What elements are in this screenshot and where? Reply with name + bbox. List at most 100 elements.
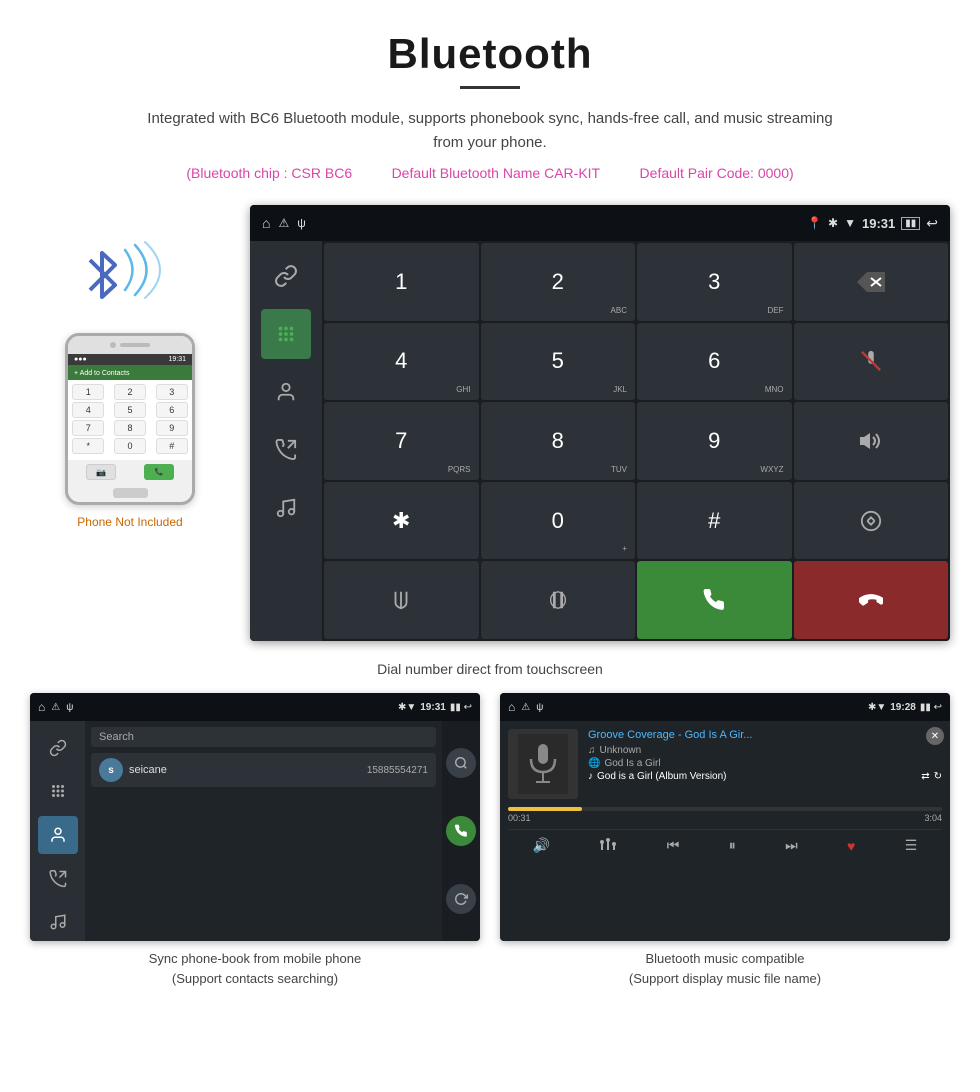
dialpad-icon-sm (49, 782, 67, 800)
car-status-left: ⌂ ⚠ ψ (262, 215, 306, 231)
phone-home-button (113, 488, 148, 498)
pb-sidebar-music[interactable] (38, 903, 78, 941)
bluetooth-graphic (70, 235, 190, 325)
music-status-left: ⌂ ⚠ ψ (508, 700, 543, 714)
bluetooth-waves-icon (120, 240, 170, 300)
dialpad-icon (275, 323, 297, 345)
phone-speaker (120, 343, 150, 347)
pb-sidebar-dialpad[interactable] (38, 773, 78, 811)
dial-button-hold[interactable] (481, 561, 636, 639)
phone-header-bar: + Add to Contacts (68, 365, 192, 380)
dial-button-7[interactable]: 7 PQRS (324, 402, 479, 480)
end-call-icon (859, 588, 883, 612)
dial-button-3[interactable]: 3 DEF (637, 243, 792, 321)
next-track-icon[interactable]: ⏭ (785, 837, 798, 854)
music-card: ⌂ ⚠ ψ ✱▼ 19:28 ▮▮ ↩ ✕ (500, 693, 950, 988)
previous-track-icon[interactable]: ⏮ (667, 837, 680, 854)
mute-icon (860, 350, 882, 372)
phonebook-entry[interactable]: s seicane 15885554271 (91, 753, 436, 787)
phonebook-search-bar[interactable]: Search (91, 727, 436, 747)
dial-button-5[interactable]: 5 JKL (481, 323, 636, 401)
page-header: Bluetooth Integrated with BC6 Bluetooth … (0, 0, 980, 205)
hold-icon (547, 589, 569, 611)
spec-name: Default Bluetooth Name CAR-KIT (392, 165, 601, 181)
phonebook-screen: ⌂ ⚠ ψ ✱▼ 19:31 ▮▮ ↩ (30, 693, 480, 941)
equalizer-icon[interactable] (599, 836, 617, 855)
phonebook-call-button[interactable] (446, 816, 476, 846)
dial-button-1[interactable]: 1 (324, 243, 479, 321)
usb-icon-music: ψ (536, 702, 543, 713)
dial-button-star[interactable]: ✱ (324, 482, 479, 560)
link-icon (274, 264, 298, 288)
dial-button-9[interactable]: 9 WXYZ (637, 402, 792, 480)
dial-button-volume[interactable] (794, 402, 949, 480)
dial-button-4[interactable]: 4 GHI (324, 323, 479, 401)
dial-button-mute[interactable] (794, 323, 949, 401)
merge-icon (390, 589, 412, 611)
total-time: 3:04 (924, 813, 942, 823)
sidebar-item-music[interactable] (261, 483, 311, 533)
dial-button-2[interactable]: 2 ABC (481, 243, 636, 321)
bluetooth-status-icon: ✱ (828, 216, 838, 230)
phonebook-status-left: ⌂ ⚠ ψ (38, 700, 73, 714)
car-status-right: 📍 ✱ ▼ 19:31 ▮▮ ↩ (807, 215, 938, 232)
phonebook-refresh-button[interactable] (446, 884, 476, 914)
music-info: Groove Coverage - God Is A Gir... ♫ Unkn… (588, 729, 942, 784)
specs-line: (Bluetooth chip : CSR BC6 Default Blueto… (20, 165, 960, 181)
pb-sidebar-calls[interactable] (38, 860, 78, 898)
music-track-unknown: ♫ Unknown (588, 745, 942, 756)
music-content-area: ✕ (500, 721, 950, 941)
phone-status-bar: ●●● 19:31 (68, 354, 192, 365)
shuffle-icon: ⇄ (921, 771, 929, 782)
pb-sidebar-contacts-active[interactable] (38, 816, 78, 854)
back-icon[interactable]: ↩ (926, 215, 938, 232)
dial-button-6[interactable]: 6 MNO (637, 323, 792, 401)
spec-chip: (Bluetooth chip : CSR BC6 (186, 165, 352, 181)
phonebook-caption: Sync phone-book from mobile phone (Suppo… (149, 949, 361, 988)
dial-button-hash[interactable]: # (637, 482, 792, 560)
contacts-icon (275, 381, 297, 403)
music-controls: 🔊 ⏮ ⏸ ⏭ ♥ ☰ (508, 829, 942, 861)
dial-button-0[interactable]: 0 + (481, 482, 636, 560)
phonebook-search-button[interactable] (446, 748, 476, 778)
refresh-icon (454, 892, 468, 906)
sidebar-item-dialpad[interactable] (261, 309, 311, 359)
calls-icon-sm (49, 870, 67, 888)
bottom-row: ⌂ ⚠ ψ ✱▼ 19:31 ▮▮ ↩ (0, 693, 980, 988)
backspace-icon (857, 272, 885, 292)
sidebar-item-calls[interactable] (261, 425, 311, 475)
car-status-bar: ⌂ ⚠ ψ 📍 ✱ ▼ 19:31 ▮▮ ↩ (250, 205, 950, 241)
sidebar-item-contacts[interactable] (261, 367, 311, 417)
favorite-icon[interactable]: ♥ (847, 838, 855, 854)
phonebook-status-right: ✱▼ 19:31 ▮▮ ↩ (398, 702, 472, 713)
dial-button-merge[interactable] (324, 561, 479, 639)
sidebar-item-link[interactable] (261, 251, 311, 301)
contact-number: 15885554271 (367, 765, 428, 776)
dial-caption: Dial number direct from touchscreen (0, 651, 980, 693)
calls-icon (275, 439, 297, 461)
dial-button-8[interactable]: 8 TUV (481, 402, 636, 480)
dial-button-call[interactable] (637, 561, 792, 639)
progress-bar[interactable] (508, 807, 942, 811)
music-status-bar: ⌂ ⚠ ψ ✱▼ 19:28 ▮▮ ↩ (500, 693, 950, 721)
phonebook-sidebar (30, 721, 85, 941)
volume-control-icon[interactable]: 🔊 (533, 837, 550, 854)
location-icon: 📍 (807, 216, 822, 230)
dial-button-backspace[interactable] (794, 243, 949, 321)
dial-button-end-call[interactable] (794, 561, 949, 639)
dial-button-swap[interactable] (794, 482, 949, 560)
music-track-album: ♪ God is a Girl (Album Version) ⇄ ↻ (588, 771, 942, 782)
phonebook-area: Search s seicane 15885554271 (30, 721, 480, 941)
home-icon: ⌂ (262, 215, 270, 231)
music-title: Groove Coverage - God Is A Gir... (588, 729, 942, 741)
battery-icon: ▮▮ (901, 217, 920, 230)
play-pause-icon[interactable]: ⏸ (729, 837, 736, 854)
playlist-icon[interactable]: ☰ (905, 837, 918, 854)
contact-name: seicane (129, 764, 167, 776)
album-art-image (518, 734, 568, 794)
car-dial-area: 1 2 ABC 3 DEF (322, 241, 950, 641)
phone-row: 1 2 3 (72, 384, 188, 400)
search-icon (454, 756, 468, 770)
music-track-name: 🌐 God Is a Girl (588, 758, 942, 769)
pb-sidebar-link[interactable] (38, 729, 78, 767)
